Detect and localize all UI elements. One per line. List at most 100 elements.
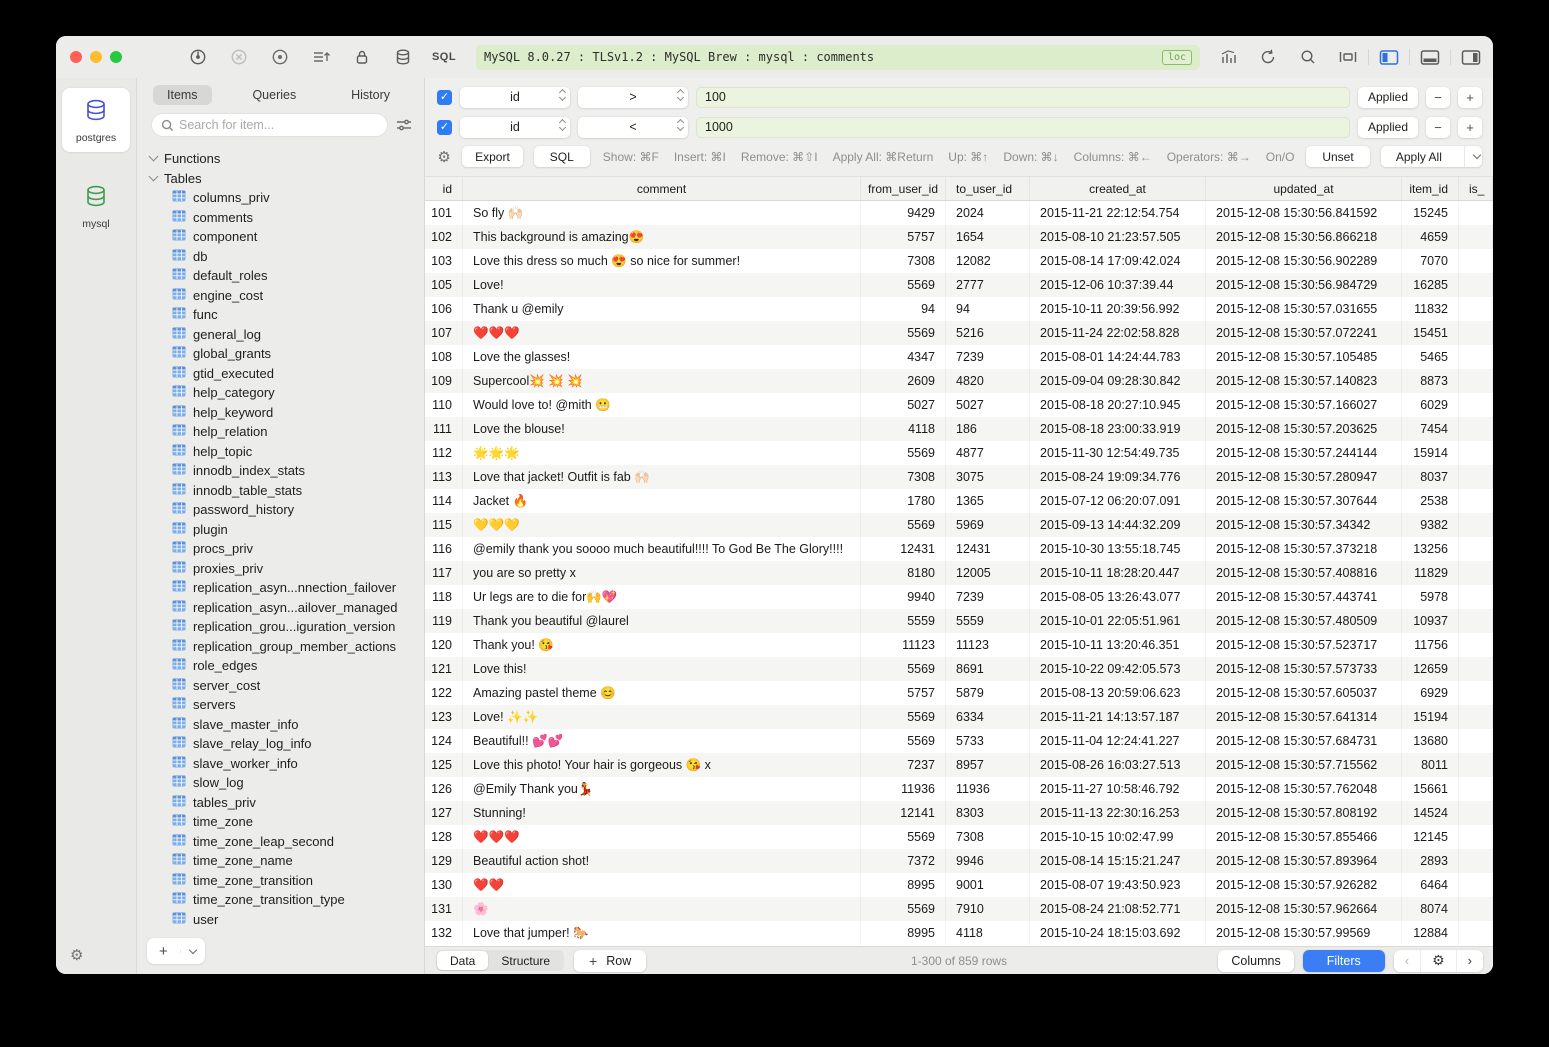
cell-created_at[interactable]: 2015-12-06 10:37:39.44 bbox=[1030, 273, 1206, 297]
cell-item_id[interactable]: 15245 bbox=[1402, 201, 1459, 225]
table-row[interactable]: 124Beautiful!! 💕💕556957332015-11-04 12:2… bbox=[425, 729, 1493, 753]
cell-item_id[interactable]: 6464 bbox=[1402, 873, 1459, 897]
cell-created_at[interactable]: 2015-10-15 10:02:47.99 bbox=[1030, 825, 1206, 849]
chart-icon[interactable] bbox=[1218, 47, 1238, 67]
cell-is_[interactable] bbox=[1459, 345, 1493, 369]
table-row[interactable]: 106Thank u @emily94942015-10-11 20:39:56… bbox=[425, 297, 1493, 321]
cell-id[interactable]: 125 bbox=[425, 753, 463, 777]
cell-from_user_id[interactable]: 7308 bbox=[861, 249, 946, 273]
cell-comment[interactable]: you are so pretty x bbox=[463, 561, 861, 585]
cell-from_user_id[interactable]: 8995 bbox=[861, 921, 946, 945]
cell-updated_at[interactable]: 2015-12-08 15:30:57.140823 bbox=[1206, 369, 1402, 393]
cell-to_user_id[interactable]: 11123 bbox=[946, 633, 1030, 657]
tree-item-help_relation[interactable]: help_relation bbox=[150, 422, 424, 442]
next-page-button[interactable]: › bbox=[1457, 950, 1483, 972]
tree-item-servers[interactable]: servers bbox=[150, 695, 424, 715]
cell-is_[interactable] bbox=[1459, 657, 1493, 681]
cell-created_at[interactable]: 2015-08-07 19:43:50.923 bbox=[1030, 873, 1206, 897]
cell-id[interactable]: 115 bbox=[425, 513, 463, 537]
cell-id[interactable]: 102 bbox=[425, 225, 463, 249]
cell-updated_at[interactable]: 2015-12-08 15:30:57.808192 bbox=[1206, 801, 1402, 825]
apply-all-button[interactable]: Apply All bbox=[1381, 150, 1464, 164]
cell-created_at[interactable]: 2015-08-13 20:59:06.623 bbox=[1030, 681, 1206, 705]
cell-to_user_id[interactable]: 5027 bbox=[946, 393, 1030, 417]
cell-updated_at[interactable]: 2015-12-08 15:30:57.893964 bbox=[1206, 849, 1402, 873]
filters-button[interactable]: Filters bbox=[1303, 950, 1385, 972]
cell-item_id[interactable]: 2538 bbox=[1402, 489, 1459, 513]
cell-to_user_id[interactable]: 8303 bbox=[946, 801, 1030, 825]
table-row[interactable]: 114Jacket 🔥178013652015-07-12 06:20:07.0… bbox=[425, 489, 1493, 513]
cell-from_user_id[interactable]: 5569 bbox=[861, 273, 946, 297]
cell-to_user_id[interactable]: 186 bbox=[946, 417, 1030, 441]
tree-item-engine_cost[interactable]: engine_cost bbox=[150, 286, 424, 306]
tree-item-help_topic[interactable]: help_topic bbox=[150, 442, 424, 462]
cell-created_at[interactable]: 2015-08-05 13:26:43.077 bbox=[1030, 585, 1206, 609]
cell-item_id[interactable]: 8074 bbox=[1402, 897, 1459, 921]
cell-is_[interactable] bbox=[1459, 249, 1493, 273]
tree-item-slave_worker_info[interactable]: slave_worker_info bbox=[150, 754, 424, 774]
cell-from_user_id[interactable]: 7237 bbox=[861, 753, 946, 777]
cell-comment[interactable]: Beautiful action shot! bbox=[463, 849, 861, 873]
cell-item_id[interactable]: 8037 bbox=[1402, 465, 1459, 489]
cell-is_[interactable] bbox=[1459, 489, 1493, 513]
table-row[interactable]: 113Love that jacket! Outfit is fab 🙌🏻730… bbox=[425, 465, 1493, 489]
cell-comment[interactable]: Love this dress so much 😍 so nice for su… bbox=[463, 249, 861, 273]
table-row[interactable]: 103Love this dress so much 😍 so nice for… bbox=[425, 249, 1493, 273]
cell-created_at[interactable]: 2015-09-13 14:44:32.209 bbox=[1030, 513, 1206, 537]
cell-created_at[interactable]: 2015-10-01 22:05:51.961 bbox=[1030, 609, 1206, 633]
cell-is_[interactable] bbox=[1459, 225, 1493, 249]
table-row[interactable]: 115💛💛💛556959692015-09-13 14:44:32.209201… bbox=[425, 513, 1493, 537]
cell-is_[interactable] bbox=[1459, 681, 1493, 705]
cell-item_id[interactable]: 9382 bbox=[1402, 513, 1459, 537]
cell-item_id[interactable]: 14524 bbox=[1402, 801, 1459, 825]
cell-item_id[interactable]: 11829 bbox=[1402, 561, 1459, 585]
cell-created_at[interactable]: 2015-08-14 15:15:21.247 bbox=[1030, 849, 1206, 873]
sql-button[interactable]: SQL bbox=[534, 146, 590, 167]
cell-to_user_id[interactable]: 12082 bbox=[946, 249, 1030, 273]
cell-created_at[interactable]: 2015-10-22 09:42:05.573 bbox=[1030, 657, 1206, 681]
cell-is_[interactable] bbox=[1459, 585, 1493, 609]
cell-to_user_id[interactable]: 3075 bbox=[946, 465, 1030, 489]
tree-item-default_roles[interactable]: default_roles bbox=[150, 266, 424, 286]
column-header-is_[interactable]: is_ bbox=[1459, 177, 1493, 200]
tree-section-functions[interactable]: Functions bbox=[150, 148, 424, 168]
tree-item-replication_grouiguration_version[interactable]: replication_grou...iguration_version bbox=[150, 617, 424, 637]
add-item-menu-button[interactable] bbox=[180, 950, 205, 953]
column-header-updated_at[interactable]: updated_at bbox=[1206, 177, 1402, 200]
cell-updated_at[interactable]: 2015-12-08 15:30:57.762048 bbox=[1206, 777, 1402, 801]
cell-id[interactable]: 117 bbox=[425, 561, 463, 585]
column-header-from_user_id[interactable]: from_user_id bbox=[861, 177, 946, 200]
cell-is_[interactable] bbox=[1459, 777, 1493, 801]
cell-item_id[interactable]: 5978 bbox=[1402, 585, 1459, 609]
cell-is_[interactable] bbox=[1459, 297, 1493, 321]
cell-updated_at[interactable]: 2015-12-08 15:30:57.926282 bbox=[1206, 873, 1402, 897]
cell-id[interactable]: 127 bbox=[425, 801, 463, 825]
cell-comment[interactable]: Love this photo! Your hair is gorgeous 😘… bbox=[463, 753, 861, 777]
cell-id[interactable]: 122 bbox=[425, 681, 463, 705]
page-settings-gear-icon[interactable]: ⚙ bbox=[1420, 950, 1457, 972]
cell-created_at[interactable]: 2015-08-14 17:09:42.024 bbox=[1030, 249, 1206, 273]
cell-item_id[interactable]: 13680 bbox=[1402, 729, 1459, 753]
tree-item-help_keyword[interactable]: help_keyword bbox=[150, 403, 424, 423]
table-row[interactable]: 119Thank you beautiful @laurel5559555920… bbox=[425, 609, 1493, 633]
cell-updated_at[interactable]: 2015-12-08 15:30:57.443741 bbox=[1206, 585, 1402, 609]
cell-id[interactable]: 112 bbox=[425, 441, 463, 465]
cell-comment[interactable]: ❤️❤️❤️ bbox=[463, 825, 861, 849]
cell-from_user_id[interactable]: 7372 bbox=[861, 849, 946, 873]
tree-item-db[interactable]: db bbox=[150, 247, 424, 267]
cell-from_user_id[interactable]: 5569 bbox=[861, 705, 946, 729]
cell-item_id[interactable]: 12884 bbox=[1402, 921, 1459, 945]
cell-from_user_id[interactable]: 5757 bbox=[861, 681, 946, 705]
remove-filter-button[interactable]: − bbox=[1426, 87, 1450, 108]
cell-id[interactable]: 113 bbox=[425, 465, 463, 489]
refresh-icon[interactable] bbox=[1258, 47, 1278, 67]
disconnect-icon[interactable] bbox=[229, 47, 249, 67]
cell-item_id[interactable]: 15194 bbox=[1402, 705, 1459, 729]
cell-from_user_id[interactable]: 5569 bbox=[861, 441, 946, 465]
search-icon[interactable] bbox=[1298, 47, 1318, 67]
tree-item-role_edges[interactable]: role_edges bbox=[150, 656, 424, 676]
cell-created_at[interactable]: 2015-10-11 20:39:56.992 bbox=[1030, 297, 1206, 321]
cell-updated_at[interactable]: 2015-12-08 15:30:57.523717 bbox=[1206, 633, 1402, 657]
cell-updated_at[interactable]: 2015-12-08 15:30:57.203625 bbox=[1206, 417, 1402, 441]
column-header-created_at[interactable]: created_at bbox=[1030, 177, 1206, 200]
